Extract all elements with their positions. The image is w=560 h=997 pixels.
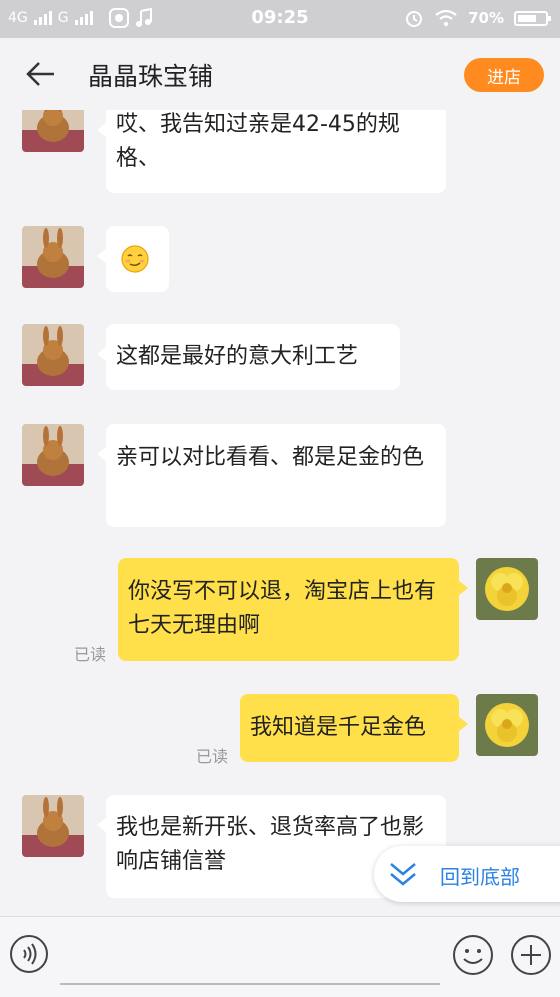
chat-header: 晶晶珠宝铺 进店 xyxy=(0,38,560,110)
back-to-bottom-button[interactable]: 回到底部 xyxy=(374,846,560,902)
message-bubble: 哎、我告知过亲是42-45的规格、 xyxy=(97,110,446,193)
wifi-icon xyxy=(435,9,457,27)
smug-face-emoji-icon xyxy=(121,245,149,273)
user-avatar[interactable] xyxy=(476,558,538,620)
shop-title: 晶晶珠宝铺 xyxy=(88,62,214,91)
double-chevron-down-icon xyxy=(390,863,416,886)
battery-icon xyxy=(514,10,551,26)
message-text: 哎、我告知过亲是42-45的规格、 xyxy=(116,112,400,171)
shop-avatar[interactable] xyxy=(22,226,84,288)
read-status: 已读 xyxy=(74,645,107,664)
message-text: 你没写不可以退，淘宝店上也有七天无理由啊 xyxy=(128,579,437,638)
plus-icon[interactable] xyxy=(510,934,552,976)
chat-area[interactable]: 哎、我告知过亲是42-45的规格、 这都是最好的意大利工艺 亲可以对比看看、都是… xyxy=(0,110,560,916)
back-arrow-icon[interactable] xyxy=(26,60,56,88)
message-bubble: 亲可以对比看看、都是足金的色 xyxy=(97,424,446,527)
input-bar xyxy=(0,916,560,997)
message-bubble: 这都是最好的意大利工艺 xyxy=(97,324,400,390)
message-bubble-outgoing: 我知道是千足金色 xyxy=(240,694,468,762)
shop-avatar[interactable] xyxy=(22,324,84,386)
smiley-icon[interactable] xyxy=(452,934,494,976)
user-avatar[interactable] xyxy=(476,694,538,756)
status-right: 70% xyxy=(404,8,551,28)
message-text: 这都是最好的意大利工艺 xyxy=(116,344,359,369)
read-status: 已读 xyxy=(196,747,229,766)
shop-avatar[interactable] xyxy=(22,795,84,857)
status-bar: 4G G 09:25 70% xyxy=(0,0,560,38)
enter-shop-button[interactable]: 进店 xyxy=(464,58,544,92)
message-text: 亲可以对比看看、都是足金的色 xyxy=(116,445,425,470)
shop-avatar[interactable] xyxy=(22,424,84,486)
message-text: 我知道是千足金色 xyxy=(250,715,427,740)
back-to-bottom-label: 回到底部 xyxy=(440,865,520,889)
alarm-icon xyxy=(406,11,423,27)
voice-icon[interactable] xyxy=(9,934,49,974)
message-bubble-outgoing: 你没写不可以退，淘宝店上也有七天无理由啊 xyxy=(118,558,468,661)
shop-avatar[interactable] xyxy=(22,110,84,152)
message-bubble xyxy=(97,226,169,292)
message-input[interactable] xyxy=(60,931,440,985)
battery-percent: 70% xyxy=(468,9,504,27)
